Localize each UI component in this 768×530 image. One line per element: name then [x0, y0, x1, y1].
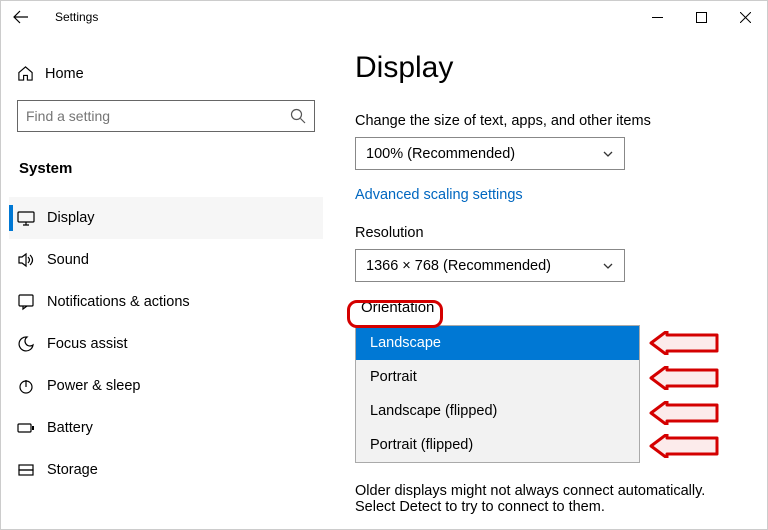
sound-icon: [17, 251, 47, 269]
home-button[interactable]: Home: [9, 55, 323, 92]
search-input[interactable]: [26, 108, 290, 124]
close-icon: [740, 12, 751, 23]
focus-assist-icon: [17, 335, 47, 353]
scale-dropdown[interactable]: 100% (Recommended): [355, 137, 625, 170]
minimize-button[interactable]: [635, 2, 679, 32]
advanced-scaling-link[interactable]: Advanced scaling settings: [355, 187, 523, 203]
annotation-arrow-3: [649, 401, 719, 425]
resolution-dropdown[interactable]: 1366 × 768 (Recommended): [355, 249, 625, 282]
close-button[interactable]: [723, 2, 767, 32]
category-title: System: [9, 152, 323, 197]
sidebar: Home System Display Sound Notifications …: [1, 33, 331, 529]
back-button[interactable]: [13, 9, 47, 25]
scale-value: 100% (Recommended): [366, 146, 515, 162]
orientation-option-landscape-flipped[interactable]: Landscape (flipped): [356, 394, 639, 428]
minimize-icon: [652, 12, 663, 23]
page-title: Display: [355, 51, 759, 85]
orientation-option-portrait-flipped[interactable]: Portrait (flipped): [356, 428, 639, 462]
search-icon: [290, 108, 306, 124]
chevron-down-icon: [602, 148, 614, 160]
maximize-icon: [696, 12, 707, 23]
sidebar-item-battery[interactable]: Battery: [9, 407, 323, 449]
annotation-arrow-2: [649, 366, 719, 390]
sidebar-item-label: Sound: [47, 252, 89, 268]
titlebar-label: Settings: [55, 10, 98, 24]
search-box[interactable]: [17, 100, 315, 132]
scale-label: Change the size of text, apps, and other…: [355, 113, 759, 129]
annotation-arrow-4: [649, 434, 719, 458]
orientation-option-landscape[interactable]: Landscape: [356, 326, 639, 360]
orientation-dropdown-open[interactable]: Landscape Portrait Landscape (flipped) P…: [355, 325, 640, 463]
sidebar-item-label: Power & sleep: [47, 378, 141, 394]
home-label: Home: [45, 66, 84, 82]
home-icon: [17, 65, 45, 82]
sidebar-item-label: Notifications & actions: [47, 294, 190, 310]
sidebar-item-sound[interactable]: Sound: [9, 239, 323, 281]
sidebar-item-storage[interactable]: Storage: [9, 449, 323, 491]
resolution-value: 1366 × 768 (Recommended): [366, 258, 551, 274]
battery-icon: [17, 419, 47, 437]
orientation-label: Orientation: [355, 298, 440, 319]
annotation-arrow-1: [649, 331, 719, 355]
power-icon: [17, 377, 47, 395]
maximize-button[interactable]: [679, 2, 723, 32]
sidebar-item-display[interactable]: Display: [9, 197, 323, 239]
orientation-option-portrait[interactable]: Portrait: [356, 360, 639, 394]
display-icon: [17, 209, 47, 227]
titlebar: Settings: [1, 1, 767, 33]
sidebar-item-label: Display: [47, 210, 95, 226]
sidebar-item-focus-assist[interactable]: Focus assist: [9, 323, 323, 365]
sidebar-item-notifications[interactable]: Notifications & actions: [9, 281, 323, 323]
chevron-down-icon: [602, 260, 614, 272]
sidebar-item-label: Storage: [47, 462, 98, 478]
sidebar-item-label: Battery: [47, 420, 93, 436]
footer-note: Older displays might not always connect …: [355, 483, 735, 515]
resolution-label: Resolution: [355, 225, 759, 241]
sidebar-item-label: Focus assist: [47, 336, 128, 352]
storage-icon: [17, 461, 47, 479]
sidebar-item-power-sleep[interactable]: Power & sleep: [9, 365, 323, 407]
notifications-icon: [17, 293, 47, 311]
arrow-left-icon: [13, 9, 29, 25]
